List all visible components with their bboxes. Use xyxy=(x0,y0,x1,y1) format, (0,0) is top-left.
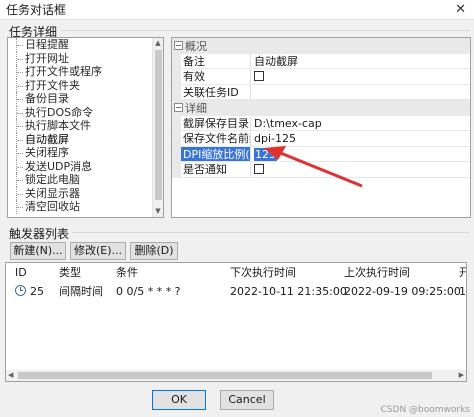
scroll-right-icon[interactable]: ▶ xyxy=(459,370,464,381)
prop-name: 是否通知 xyxy=(181,162,251,177)
trigger-table[interactable]: ID 类型 条件 下次执行时间 上次执行时间 开 25 间隔时间 0 0/5 *… xyxy=(5,262,467,382)
prop-row-note[interactable]: 备注 自动截屏 xyxy=(172,53,470,69)
watermark: CSDN @boomworks xyxy=(380,405,470,415)
prop-row-enabled[interactable]: 有效 xyxy=(172,69,470,85)
scroll-down-icon[interactable]: ▼ xyxy=(153,206,163,217)
col-header-next-run[interactable]: 下次执行时间 xyxy=(230,264,296,280)
cell-id: 25 xyxy=(15,285,44,298)
trigger-horizontal-scrollbar[interactable]: ◀ ▶ xyxy=(6,370,466,381)
clock-icon xyxy=(15,285,26,296)
row-gutter xyxy=(172,146,181,161)
row-gutter xyxy=(172,131,181,146)
prop-name: DPI缩放比例(%) xyxy=(181,146,251,161)
list-item[interactable]: 备份目录 xyxy=(8,92,163,106)
enabled-checkbox[interactable] xyxy=(254,71,264,81)
category-overview[interactable]: − 概况 xyxy=(172,38,470,54)
cell-next-run: 2022-10-11 21:35:00 xyxy=(230,284,347,298)
title-bar: 任务对话框 ✕ xyxy=(0,0,474,20)
prop-name: 关联任务ID xyxy=(181,84,251,99)
list-item[interactable]: 打开文件夹 xyxy=(8,78,163,93)
prop-name: 截屏保存目录 xyxy=(183,115,251,130)
list-item[interactable]: 锁定此电脑 xyxy=(8,173,163,187)
prop-name: 有效 xyxy=(181,69,251,84)
cell-id-text: 25 xyxy=(30,284,44,298)
col-header-last-run[interactable]: 上次执行时间 xyxy=(344,264,410,280)
col-header-id[interactable]: ID xyxy=(15,266,27,279)
prop-value[interactable]: D:\tmex-cap xyxy=(251,116,470,131)
prop-name: 备注 xyxy=(181,53,251,68)
row-gutter xyxy=(172,53,181,68)
collapse-icon[interactable]: − xyxy=(174,103,183,113)
col-header-type[interactable]: 类型 xyxy=(59,264,81,280)
list-item[interactable]: 执行脚本文件 xyxy=(8,119,163,133)
ok-button[interactable]: OK xyxy=(152,390,206,410)
list-item[interactable]: 发送UDP消息 xyxy=(8,159,163,174)
scroll-up-icon[interactable]: ▲ xyxy=(153,38,163,49)
task-type-items: 日程提醒 打开网址 打开文件或程序 打开文件夹 备份目录 执行DOS命令 执行脚本文件 自动截… xyxy=(8,38,163,214)
scroll-left-icon[interactable]: ◀ xyxy=(8,370,13,381)
prop-row-related-task[interactable]: 关联任务ID xyxy=(172,84,470,100)
scroll-thumb[interactable] xyxy=(155,50,162,200)
scroll-thumb[interactable] xyxy=(18,372,432,379)
list-item[interactable]: 执行DOS命令 xyxy=(8,105,163,120)
prop-row-save-dir[interactable]: 截屏保存目录 D:\tmex-cap xyxy=(172,115,470,131)
table-header: ID 类型 条件 下次执行时间 上次执行时间 开 xyxy=(6,263,466,281)
list-item[interactable]: 自动截屏 xyxy=(8,132,163,147)
task-type-list[interactable]: 日程提醒 打开网址 打开文件或程序 打开文件夹 备份目录 执行DOS命令 执行脚本文件 自动截… xyxy=(7,37,164,218)
table-row[interactable]: 25 间隔时间 0 0/5 * * * ? 2022-10-11 21:35:0… xyxy=(6,283,466,299)
row-gutter xyxy=(172,84,181,99)
divider xyxy=(60,30,469,31)
window-title: 任务对话框 xyxy=(6,3,67,17)
list-item[interactable]: 日程提醒 xyxy=(8,38,163,52)
delete-trigger-button[interactable]: 删除(D) xyxy=(130,242,178,260)
list-item[interactable]: 清空回收站 xyxy=(8,200,163,214)
close-icon[interactable]: ✕ xyxy=(455,2,466,17)
category-details[interactable]: − 详细 xyxy=(172,100,470,116)
edit-trigger-button[interactable]: 修改(E)... xyxy=(70,242,126,260)
list-item[interactable]: 打开网址 xyxy=(8,51,163,66)
col-header-condition[interactable]: 条件 xyxy=(116,264,138,280)
cell-enabled: 1 xyxy=(459,284,466,298)
prop-value[interactable] xyxy=(251,69,470,84)
cancel-button[interactable]: Cancel xyxy=(220,390,274,410)
prop-name: 保存文件名前缀 xyxy=(183,131,251,146)
prop-value[interactable] xyxy=(251,85,470,100)
row-gutter xyxy=(172,115,181,130)
divider xyxy=(72,232,469,233)
row-gutter xyxy=(172,69,181,84)
cell-type: 间隔时间 xyxy=(59,285,103,298)
task-list-scrollbar[interactable]: ▲ ▼ xyxy=(152,38,163,217)
col-header-enabled[interactable]: 开 xyxy=(459,264,466,280)
prop-value[interactable]: 自动截屏 xyxy=(251,54,470,69)
category-label: 详细 xyxy=(185,101,207,115)
red-arrow-annotation xyxy=(264,146,363,188)
list-item[interactable]: 关闭显示器 xyxy=(8,186,163,201)
collapse-icon[interactable]: − xyxy=(174,41,183,51)
list-item[interactable]: 打开文件或程序 xyxy=(8,65,163,79)
cell-last-run: 2022-09-19 09:25:00 xyxy=(344,284,461,298)
list-item[interactable]: 关闭程序 xyxy=(8,146,163,160)
arrow-shaft xyxy=(277,150,363,188)
category-label: 概况 xyxy=(185,39,207,53)
row-gutter xyxy=(172,162,181,177)
property-grid[interactable]: − 概况 备注 自动截屏 有效 关联任务ID − 详细 截屏保存目录 D:\tm… xyxy=(171,37,471,218)
trigger-list-label: 触发器列表 xyxy=(9,227,70,241)
cell-condition: 0 0/5 * * * ? xyxy=(116,284,181,298)
new-trigger-button[interactable]: 新建(N)... xyxy=(10,242,66,260)
